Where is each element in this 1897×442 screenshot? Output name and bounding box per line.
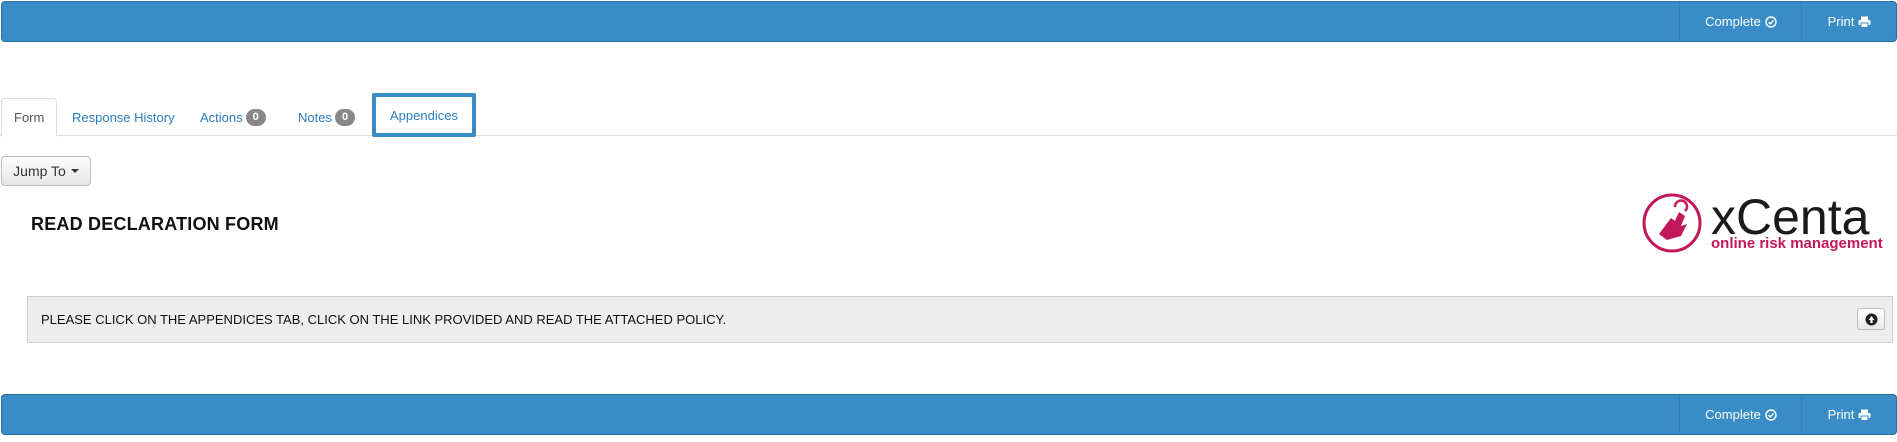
tab-appendices[interactable]: Appendices	[372, 93, 476, 137]
bottom-toolbar: Complete Print	[1, 394, 1897, 435]
jump-to-label: Jump To	[13, 163, 66, 179]
complete-label: Complete	[1705, 14, 1761, 29]
notes-count-badge: 0	[334, 108, 356, 126]
instruction-text: PLEASE CLICK ON THE APPENDICES TAB, CLIC…	[41, 312, 727, 327]
instruction-panel: PLEASE CLICK ON THE APPENDICES TAB, CLIC…	[27, 296, 1893, 343]
check-circle-icon	[1765, 15, 1777, 28]
complete-button-bottom[interactable]: Complete	[1679, 395, 1802, 434]
tab-response-history-label: Response History	[72, 109, 175, 125]
caret-down-icon	[70, 169, 79, 173]
form-tabs: Form Response History Actions 0 Notes 0 …	[0, 93, 1897, 137]
top-toolbar: Complete Print	[1, 1, 1897, 42]
complete-button[interactable]: Complete	[1679, 2, 1802, 41]
printer-icon	[1858, 16, 1871, 28]
print-label-bottom: Print	[1827, 407, 1855, 422]
tab-actions-label: Actions	[200, 109, 243, 125]
complete-label-bottom: Complete	[1705, 407, 1761, 422]
scroll-top-button[interactable]	[1857, 308, 1885, 330]
tab-form[interactable]: Form	[1, 98, 58, 137]
tab-response-history[interactable]: Response History	[72, 98, 175, 136]
tab-notes[interactable]: Notes 0	[298, 98, 356, 136]
tab-appendices-label: Appendices	[390, 107, 458, 123]
jump-to-dropdown[interactable]: Jump To	[1, 156, 91, 186]
form-title: READ DECLARATION FORM	[31, 214, 279, 234]
check-circle-icon	[1765, 408, 1777, 421]
print-button[interactable]: Print	[1801, 2, 1897, 41]
logo-tagline: online risk management	[1711, 235, 1883, 252]
arrow-up-circle-icon	[1865, 313, 1877, 325]
tab-actions[interactable]: Actions 0	[200, 98, 266, 136]
tab-form-label: Form	[14, 110, 45, 125]
print-button-bottom[interactable]: Print	[1801, 395, 1897, 434]
actions-count-badge: 0	[245, 108, 266, 126]
tab-notes-label: Notes	[298, 109, 332, 125]
print-label: Print	[1827, 14, 1855, 29]
xcenta-logo: xCenta online risk management	[1642, 190, 1883, 253]
printer-icon	[1858, 409, 1871, 421]
